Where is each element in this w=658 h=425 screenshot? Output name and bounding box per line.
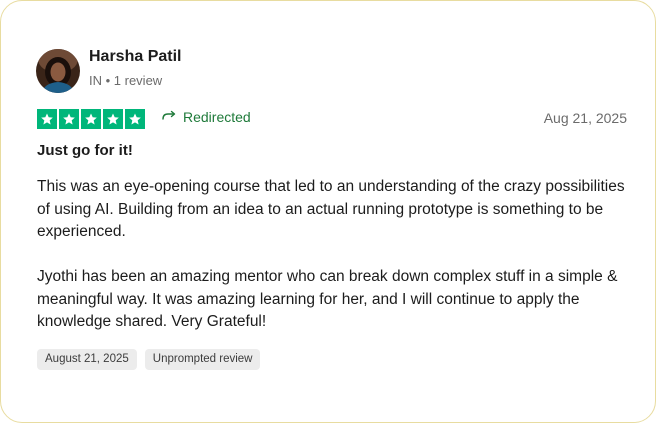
redirect-arrow-icon	[162, 109, 177, 125]
reviewer-meta: IN • 1 review	[89, 73, 163, 88]
review-card: Harsha Patil IN • 1 review Redirected Au…	[0, 0, 656, 423]
star-icon	[125, 109, 145, 129]
redirected-status[interactable]: Redirected	[162, 109, 251, 125]
redirected-label: Redirected	[183, 109, 251, 125]
reviewer-avatar[interactable]	[36, 49, 80, 93]
star-icon	[37, 109, 57, 129]
unprompted-review-tag: Unprompted review	[144, 349, 261, 370]
review-body: This was an eye-opening course that led …	[37, 176, 637, 356]
review-title: Just go for it!	[37, 142, 133, 159]
star-icon	[81, 109, 101, 129]
date-tag: August 21, 2025	[37, 349, 137, 370]
star-rating	[37, 109, 145, 129]
review-paragraph: Jyothi has been an amazing mentor who ca…	[37, 268, 618, 330]
star-icon	[103, 109, 123, 129]
review-paragraph: This was an eye-opening course that led …	[37, 178, 625, 240]
review-tags: August 21, 2025 Unprompted review	[37, 349, 261, 370]
review-date: Aug 21, 2025	[543, 110, 627, 126]
star-icon	[59, 109, 79, 129]
reviewer-name[interactable]: Harsha Patil	[89, 48, 181, 66]
